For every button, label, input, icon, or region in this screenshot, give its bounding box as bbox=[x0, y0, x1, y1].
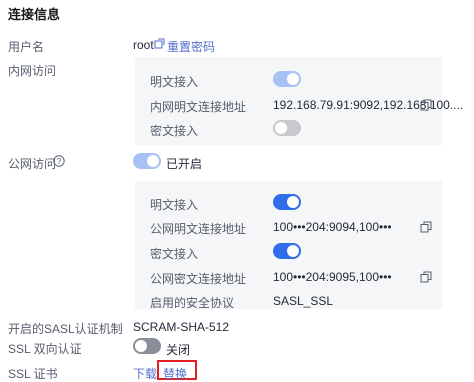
ssl-cert-label: SSL 证书 bbox=[8, 367, 58, 381]
public-plain-access-label: 明文接入 bbox=[150, 198, 199, 212]
public-cipher-access-toggle[interactable] bbox=[273, 243, 301, 259]
reset-password-icon[interactable] bbox=[154, 38, 165, 52]
copy-icon[interactable] bbox=[420, 221, 432, 233]
reset-password-link[interactable]: 重置密码 bbox=[167, 38, 215, 55]
public-cipher-address-label: 公网密文连接地址 bbox=[150, 272, 247, 286]
ssl-mutual-toggle[interactable] bbox=[133, 338, 161, 354]
copy-icon[interactable] bbox=[420, 271, 432, 283]
public-access-toggle[interactable] bbox=[133, 153, 161, 169]
intranet-cipher-access-label: 密文接入 bbox=[150, 124, 199, 138]
intranet-plain-address-value: 192.168.79.91:9092,192.168.100.... bbox=[273, 98, 464, 112]
intranet-plain-access-toggle[interactable] bbox=[273, 71, 301, 87]
sasl-value: SCRAM-SHA-512 bbox=[133, 320, 230, 334]
svg-text:?: ? bbox=[57, 157, 62, 166]
ssl-mutual-status: 关闭 bbox=[166, 343, 191, 357]
section-title: 连接信息 bbox=[8, 7, 61, 22]
protocol-label: 启用的安全协议 bbox=[150, 296, 235, 310]
protocol-value: SASL_SSL bbox=[273, 294, 334, 308]
download-cert-link[interactable]: 下载 bbox=[133, 365, 157, 382]
replace-cert-link[interactable]: 替换 bbox=[163, 365, 187, 382]
public-plain-access-toggle[interactable] bbox=[273, 194, 301, 210]
sasl-label: 开启的SASL认证机制 bbox=[8, 322, 123, 336]
intranet-cipher-access-toggle[interactable] bbox=[273, 120, 301, 136]
public-plain-address-label: 公网明文连接地址 bbox=[150, 222, 247, 236]
intranet-label: 内网访问 bbox=[8, 64, 57, 78]
username-label: 用户名 bbox=[8, 40, 45, 54]
public-cipher-address-value: 100•••204:9095,100••• bbox=[273, 270, 392, 284]
copy-icon[interactable] bbox=[420, 99, 432, 111]
ssl-mutual-label: SSL 双向认证 bbox=[8, 342, 82, 356]
public-cipher-access-label: 密文接入 bbox=[150, 247, 199, 261]
help-circle-icon[interactable]: ? bbox=[53, 155, 65, 170]
public-plain-address-value: 100•••204:9094,100••• bbox=[273, 220, 392, 234]
username-value: root bbox=[133, 38, 154, 52]
intranet-plain-access-label: 明文接入 bbox=[150, 75, 199, 89]
public-access-status: 已开启 bbox=[166, 157, 203, 171]
public-access-label: 公网访问 bbox=[8, 157, 57, 171]
intranet-plain-address-label: 内网明文连接地址 bbox=[150, 100, 247, 114]
